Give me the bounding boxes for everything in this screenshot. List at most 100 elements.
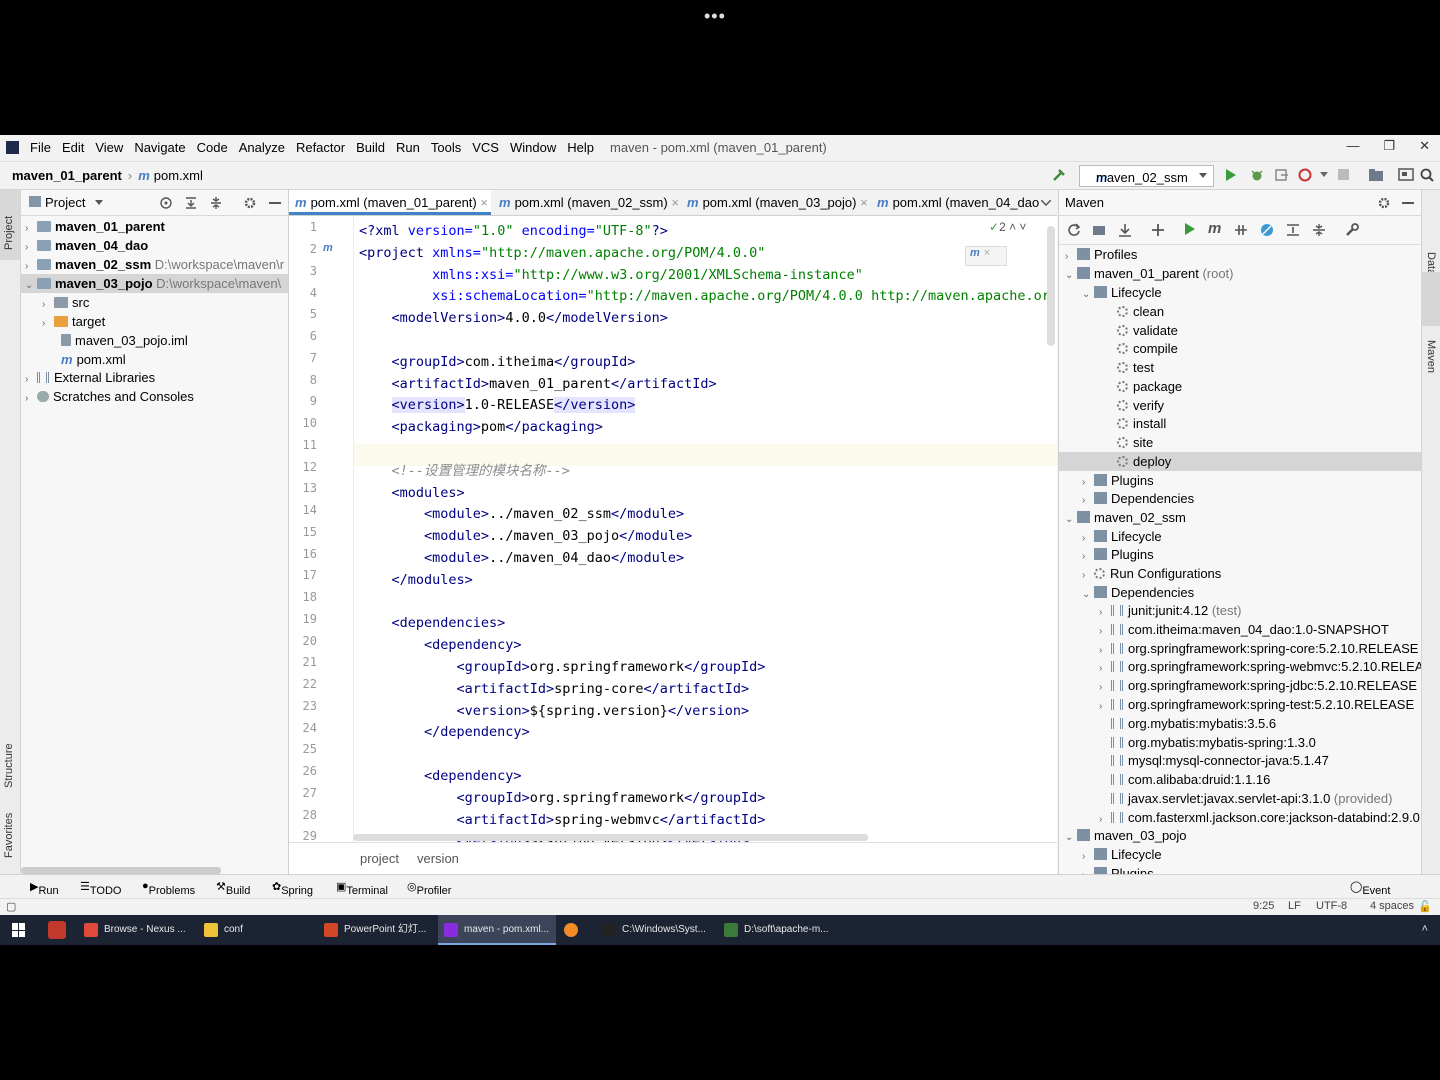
favorites-tool-label[interactable]: Favorites (3, 813, 15, 858)
code-line[interactable]: <groupId>com.itheima</groupId> (359, 351, 636, 373)
generate-sources-icon[interactable] (1092, 223, 1106, 237)
breadcrumb-module[interactable]: maven_01_parent (12, 168, 122, 183)
hide-panel-icon[interactable] (1402, 202, 1414, 204)
pojo-plugins[interactable]: ›Plugins (1082, 864, 1154, 874)
menu-refactor[interactable]: Refactor (296, 140, 345, 155)
skip-tests-icon[interactable] (1260, 223, 1274, 237)
lifecycle-deploy[interactable]: deploy (1059, 452, 1421, 471)
code-line[interactable]: </dependency> (359, 721, 530, 743)
caret-position[interactable]: 9:25 (1253, 900, 1274, 912)
tab-pom-maven-04-dao[interactable]: m pom.xml (maven_04_dao (871, 190, 1043, 215)
add-icon[interactable] (1151, 223, 1165, 237)
taskbar-app[interactable]: C:\Windows\Syst... (596, 915, 714, 945)
dependency-item[interactable]: › org.springframework:spring-webmvc:5.2.1… (1099, 657, 1421, 676)
code-line[interactable]: </modules> (359, 569, 473, 591)
taskbar-app[interactable]: maven - pom.xml... (438, 915, 556, 945)
tree-item-maven-04-dao[interactable]: › maven_04_dao (25, 236, 148, 255)
maven-project-parent[interactable]: ⌄ maven_01_parent (root) (1065, 264, 1234, 283)
vertical-scrollbar[interactable] (1047, 226, 1055, 346)
code-line[interactable]: xmlns:xsi="http://www.w3.org/2001/XMLSch… (359, 264, 863, 286)
event-log-button[interactable]: ◯ Event Log (1350, 880, 1390, 909)
tree-item-iml-file[interactable]: maven_03_pojo.iml (61, 331, 188, 350)
profiler-tool-button[interactable]: ◎ Profiler (407, 880, 451, 897)
code-line[interactable]: <dependency> (359, 765, 522, 787)
taskbar-app[interactable]: PowerPoint 幻灯... (318, 915, 436, 945)
gear-icon[interactable] (1377, 196, 1391, 210)
lifecycle-test[interactable]: test (1117, 358, 1154, 377)
debug-icon[interactable] (1250, 168, 1264, 182)
tree-item-src[interactable]: › src (42, 293, 89, 312)
build-tool-button[interactable]: ⚒ Build (216, 880, 250, 897)
ssm-dependencies[interactable]: ⌄ Dependencies (1082, 583, 1194, 602)
maven-project-ssm[interactable]: ⌄ maven_02_ssm (1065, 508, 1186, 527)
project-structure-icon[interactable] (1368, 168, 1384, 182)
menu-file[interactable]: File (30, 140, 51, 155)
code-line[interactable]: <module>../maven_04_dao</module> (359, 547, 684, 569)
wrench-icon[interactable] (1345, 223, 1359, 237)
code-line[interactable]: <?xml version="1.0" encoding="UTF-8"?> (359, 220, 668, 242)
locate-icon[interactable] (159, 196, 173, 210)
collapse-all-icon[interactable] (1312, 223, 1326, 237)
code-line[interactable]: <modules> (359, 482, 465, 504)
menu-edit[interactable]: Edit (62, 140, 84, 155)
ssm-lifecycle[interactable]: › Lifecycle (1082, 527, 1162, 546)
collapse-all-icon[interactable] (209, 196, 223, 210)
chevron-down-icon[interactable] (95, 200, 103, 206)
tree-item-maven-01-parent[interactable]: › maven_01_parent (25, 217, 165, 236)
dependency-item[interactable]: com.alibaba:druid:1.1.16 (1099, 770, 1421, 789)
lifecycle-verify[interactable]: verify (1117, 396, 1164, 415)
code-line[interactable]: <!--设置管理的模块名称--> (359, 460, 570, 482)
menu-analyze[interactable]: Analyze (239, 140, 285, 155)
ssm-plugins[interactable]: › Plugins (1082, 545, 1154, 564)
chevron-down-icon[interactable] (1320, 172, 1328, 178)
code-line[interactable]: <groupId>org.springframework</groupId> (359, 787, 766, 809)
code-line[interactable]: <version>1.0-RELEASE</version> (359, 394, 636, 416)
status-layout-icon[interactable]: ▢ (6, 900, 16, 913)
maven-tool-label[interactable]: Maven (1425, 340, 1437, 373)
dependency-item[interactable]: › org.springframework:spring-jdbc:5.2.10.… (1099, 676, 1421, 695)
code-line[interactable]: <modelVersion>4.0.0</modelVersion> (359, 307, 668, 329)
tab-pom-maven-01-parent[interactable]: m pom.xml (maven_01_parent) × (289, 190, 491, 215)
run-icon[interactable] (1184, 223, 1196, 236)
toggle-offline-icon[interactable] (1234, 223, 1248, 237)
menu-view[interactable]: View (95, 140, 123, 155)
run-tool-button[interactable]: ▶ Run (30, 880, 59, 897)
code-line[interactable]: <artifactId>spring-webmvc</artifactId> (359, 809, 766, 831)
maven-profiles[interactable]: › Profiles (1065, 245, 1137, 264)
project-panel-title[interactable]: Project (45, 195, 85, 210)
lifecycle-validate[interactable]: validate (1117, 321, 1178, 340)
download-icon[interactable] (1118, 223, 1132, 237)
lifecycle-package[interactable]: package (1117, 377, 1182, 396)
run-configuration-select[interactable]: m maven_02_ssm (1079, 165, 1214, 187)
lifecycle-install[interactable]: install (1117, 414, 1166, 433)
structure-tool-label[interactable]: Structure (3, 743, 15, 788)
windows-start-icon[interactable] (12, 923, 26, 937)
code-line[interactable]: <dependencies> (359, 612, 506, 634)
horizontal-scrollbar[interactable] (21, 867, 221, 874)
code-line[interactable]: <dependency> (359, 634, 522, 656)
code-line[interactable]: <artifactId>spring-core</artifactId> (359, 678, 750, 700)
dependency-item[interactable]: org.mybatis:mybatis-spring:1.3.0 (1099, 733, 1421, 752)
build-hammer-icon[interactable] (1052, 168, 1066, 182)
show-dependencies-icon[interactable] (1286, 223, 1300, 237)
tree-item-target[interactable]: › target (42, 312, 105, 331)
dependency-item[interactable]: › org.springframework:spring-core:5.2.10.… (1099, 639, 1421, 658)
code-line[interactable]: <groupId>org.springframework</groupId> (359, 656, 766, 678)
dependency-item[interactable]: mysql:mysql-connector-java:5.1.47 (1099, 751, 1421, 770)
tree-item-external-libraries[interactable]: › External Libraries (25, 368, 155, 387)
menu-vcs[interactable]: VCS (472, 140, 499, 155)
minimize-button[interactable]: — (1346, 138, 1359, 154)
menu-run[interactable]: Run (396, 140, 420, 155)
indent-setting[interactable]: 4 spaces (1370, 900, 1414, 912)
tab-pom-maven-02-ssm[interactable]: m pom.xml (maven_02_ssm) × (493, 190, 687, 215)
inspection-widget[interactable]: ✓2 ˄ ˅ (989, 220, 1026, 234)
tree-item-scratches[interactable]: › Scratches and Consoles (25, 387, 194, 406)
horizontal-scrollbar[interactable] (353, 834, 868, 841)
code-line[interactable]: <artifactId>maven_01_parent</artifactId> (359, 373, 717, 395)
dependency-item[interactable]: › junit:junit:4.12 (test) (1099, 601, 1421, 620)
tree-item-maven-03-pojo[interactable]: ⌄ maven_03_pojo D:\workspace\maven\ (21, 274, 288, 293)
maven-gutter-icon[interactable]: m (323, 242, 333, 254)
dependency-item[interactable]: › com.fasterxml.jackson.core:jackson-data… (1099, 808, 1421, 827)
code-line[interactable]: <project xmlns="http://maven.apache.org/… (359, 242, 765, 264)
lifecycle-compile[interactable]: compile (1117, 339, 1178, 358)
